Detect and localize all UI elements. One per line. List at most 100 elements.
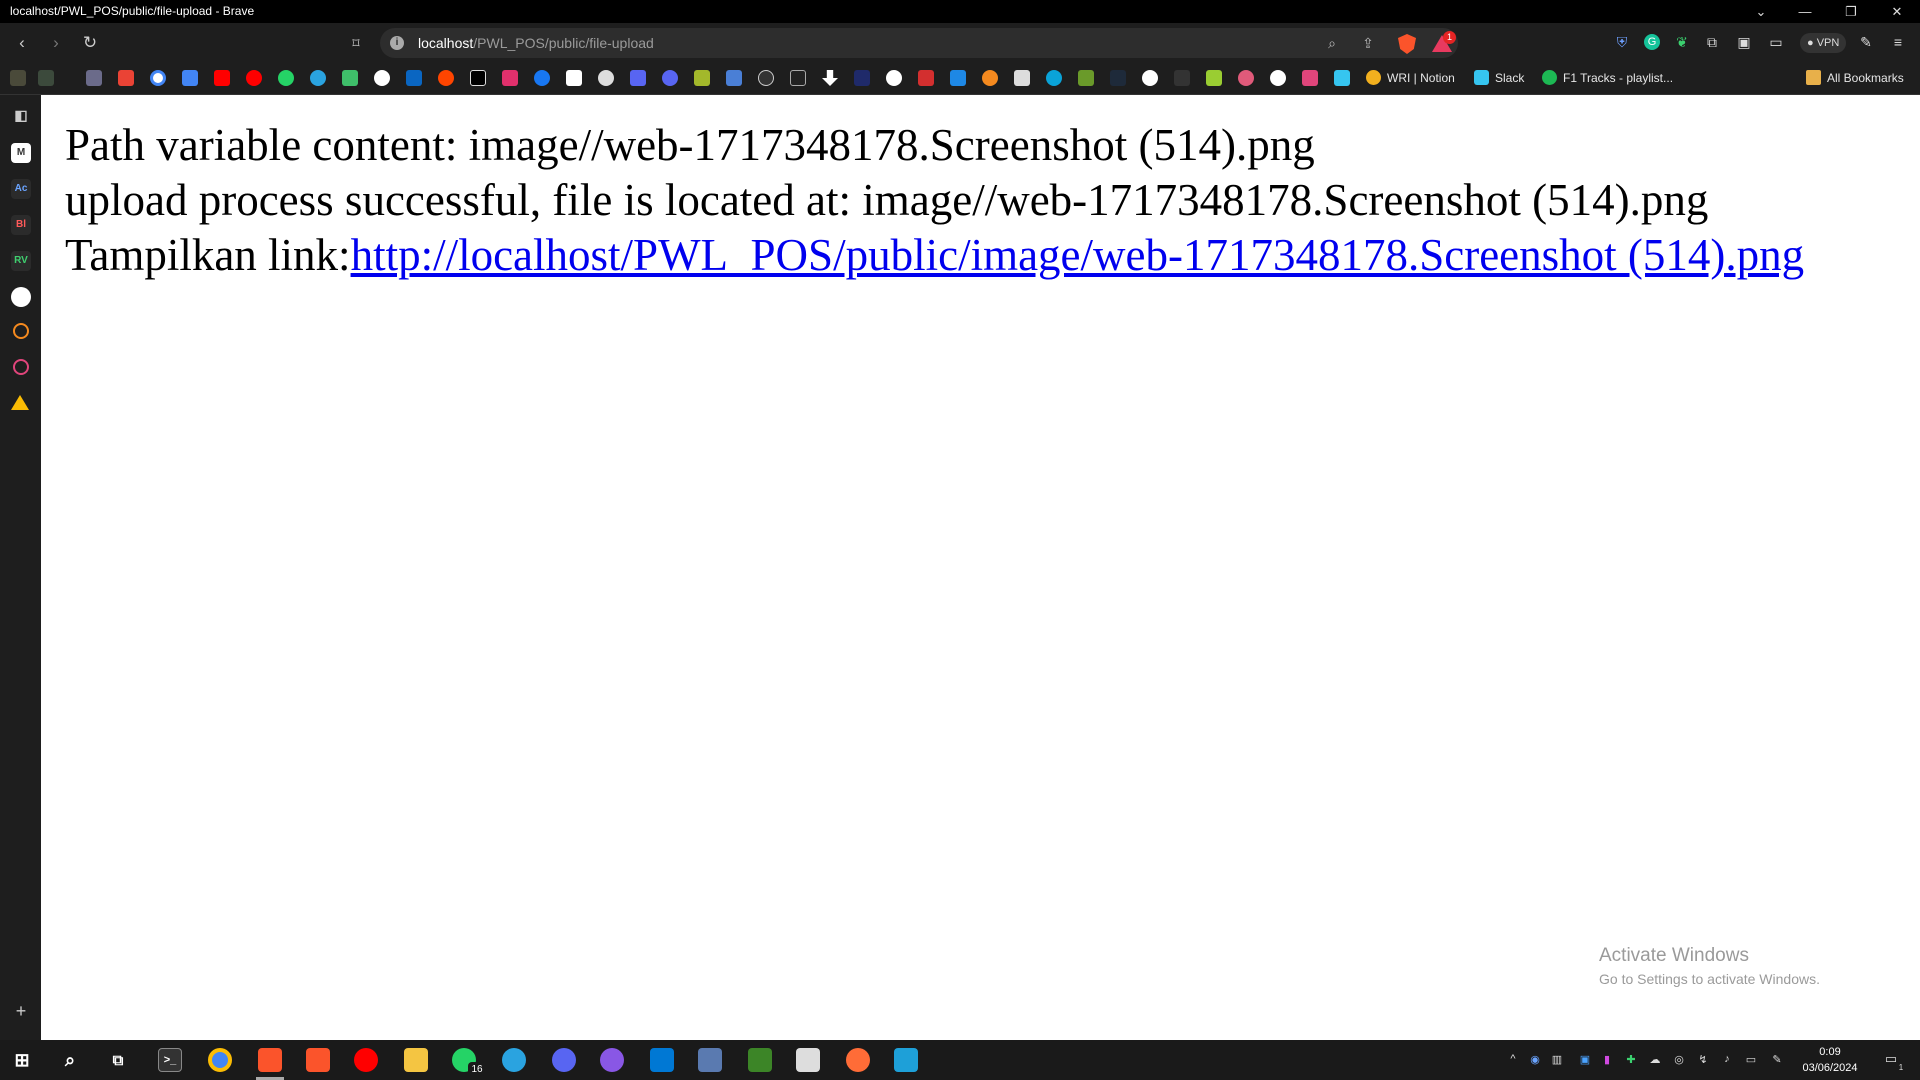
back-button[interactable]: ‹ bbox=[10, 31, 34, 55]
uploaded-file-link[interactable]: http://localhost/PWL_POS/public/image/we… bbox=[351, 230, 1805, 280]
bookmark-app-icon[interactable] bbox=[694, 70, 710, 86]
bookmark-app-icon[interactable] bbox=[1270, 70, 1286, 86]
tray-app-icon[interactable]: ▣ bbox=[1578, 1052, 1592, 1066]
tray-overflow-icon[interactable]: ^ bbox=[1506, 1052, 1520, 1066]
discord-icon[interactable] bbox=[662, 70, 678, 86]
bookmark-wri-notion[interactable]: WRI | Notion bbox=[1366, 70, 1455, 86]
chatgpt-icon[interactable] bbox=[598, 70, 614, 86]
bookmark-app-icon[interactable] bbox=[950, 70, 966, 86]
reddit-icon[interactable] bbox=[438, 70, 454, 86]
pen-icon[interactable]: ✎ bbox=[1770, 1052, 1784, 1066]
search-icon[interactable]: ⌕ bbox=[58, 1048, 82, 1072]
app-icon[interactable] bbox=[894, 1048, 918, 1072]
bookmark-app-icon[interactable] bbox=[86, 70, 102, 86]
tab-search-icon[interactable]: ⌄ bbox=[1738, 0, 1784, 23]
brave-shields-icon[interactable] bbox=[1398, 34, 1416, 54]
vscode-icon[interactable] bbox=[650, 1048, 674, 1072]
telegram-icon[interactable] bbox=[310, 70, 326, 86]
network-icon[interactable]: ▭ bbox=[1744, 1052, 1758, 1066]
google-icon[interactable] bbox=[150, 70, 166, 86]
start-icon[interactable]: ⊞ bbox=[10, 1048, 34, 1072]
bookmark-app-icon[interactable] bbox=[630, 70, 646, 86]
extension-leaf-icon[interactable]: ❦ bbox=[1672, 32, 1692, 52]
site-info-icon[interactable]: i bbox=[390, 36, 404, 50]
onedrive-icon[interactable]: ☁ bbox=[1648, 1052, 1662, 1066]
extensions-icon[interactable]: ⧉ bbox=[1702, 32, 1722, 52]
forward-button[interactable]: › bbox=[44, 31, 68, 55]
google-drive-icon[interactable] bbox=[11, 395, 29, 410]
task-view-icon[interactable]: ⧉ bbox=[106, 1048, 130, 1072]
sidebar-item-bl[interactable]: Bl bbox=[11, 215, 31, 235]
close-button[interactable]: ✕ bbox=[1874, 0, 1920, 23]
github-icon[interactable] bbox=[374, 70, 390, 86]
all-bookmarks[interactable]: All Bookmarks bbox=[1806, 70, 1904, 86]
brave-icon[interactable] bbox=[306, 1048, 330, 1072]
bookmark-f1-tracks[interactable]: F1 Tracks - playlist... bbox=[1542, 70, 1673, 86]
bookmark-app-icon[interactable] bbox=[1206, 70, 1222, 86]
sidebar-toggle-icon[interactable]: ◧ bbox=[11, 105, 31, 125]
minecraft-icon[interactable] bbox=[748, 1048, 772, 1072]
bookmark-app-icon[interactable] bbox=[1078, 70, 1094, 86]
terminal-icon[interactable]: >_ bbox=[158, 1048, 182, 1072]
address-bar[interactable]: i localhost/PWL_POS/public/file-upload ⌕… bbox=[380, 28, 1458, 58]
sidebar-item-rv[interactable]: RV bbox=[11, 251, 31, 271]
leo-ai-icon[interactable]: ✎ bbox=[1856, 32, 1876, 52]
url-text[interactable]: localhost/PWL_POS/public/file-upload bbox=[418, 35, 654, 51]
gmail-icon[interactable] bbox=[118, 70, 134, 86]
bookmark-app-icon[interactable] bbox=[342, 70, 358, 86]
x-twitter-icon[interactable] bbox=[470, 70, 486, 86]
tray-app-icon[interactable]: ◎ bbox=[1672, 1052, 1686, 1066]
bookmark-app-icon[interactable] bbox=[1238, 70, 1254, 86]
linkedin-icon[interactable] bbox=[406, 70, 422, 86]
bookmark-app-icon[interactable] bbox=[918, 70, 934, 86]
bookmark-app-icon[interactable] bbox=[886, 70, 902, 86]
translate-icon[interactable] bbox=[726, 70, 742, 86]
bookmark-app-icon[interactable] bbox=[758, 70, 774, 86]
bookmark-app-icon[interactable] bbox=[1014, 70, 1030, 86]
clock[interactable]: 0:09 03/06/2024 bbox=[1800, 1044, 1860, 1076]
sidebar-toggle-icon[interactable]: ▣ bbox=[1734, 32, 1754, 52]
menu-icon[interactable]: ≡ bbox=[1888, 32, 1908, 52]
tray-app-icon[interactable]: ✚ bbox=[1624, 1052, 1638, 1066]
bookmark-app-icon[interactable] bbox=[1174, 70, 1190, 86]
sidebar-item-m[interactable]: M bbox=[11, 143, 31, 163]
tray-app-icon[interactable]: ▮ bbox=[1600, 1052, 1614, 1066]
download-icon[interactable] bbox=[822, 70, 838, 86]
tray-app-icon[interactable]: ▥ bbox=[1550, 1052, 1564, 1066]
bookmark-app-icon[interactable] bbox=[790, 70, 806, 86]
volume-icon[interactable]: ♪ bbox=[1720, 1052, 1734, 1066]
youtube-music-icon[interactable] bbox=[246, 70, 262, 86]
share-icon[interactable]: ⇪ bbox=[1358, 33, 1378, 53]
slack-icon[interactable] bbox=[1334, 70, 1350, 86]
telegram-icon[interactable] bbox=[502, 1048, 526, 1072]
wallet-icon[interactable]: ▭ bbox=[1766, 32, 1786, 52]
bookmark-folder-icon[interactable] bbox=[10, 70, 26, 86]
calendar-icon[interactable] bbox=[182, 70, 198, 86]
postman-icon[interactable] bbox=[846, 1048, 870, 1072]
tray-app-icon[interactable]: ↯ bbox=[1696, 1052, 1710, 1066]
bookmark-icon[interactable]: ⌑ bbox=[344, 31, 368, 55]
bookmark-app-icon[interactable] bbox=[982, 70, 998, 86]
add-sidebar-item-icon[interactable]: + bbox=[11, 1001, 31, 1021]
whatsapp-icon[interactable] bbox=[278, 70, 294, 86]
notion-icon[interactable] bbox=[566, 70, 582, 86]
sidebar-app-icon[interactable] bbox=[13, 323, 29, 339]
bookmark-app-icon[interactable] bbox=[1046, 70, 1062, 86]
facebook-icon[interactable] bbox=[534, 70, 550, 86]
app-icon[interactable] bbox=[796, 1048, 820, 1072]
bookmark-folder-icon[interactable] bbox=[38, 70, 54, 86]
bitwarden-icon[interactable]: ⛨ bbox=[1612, 32, 1632, 52]
reload-button[interactable]: ↻ bbox=[78, 31, 102, 55]
bookmark-app-icon[interactable] bbox=[1142, 70, 1158, 86]
sidebar-app-icon[interactable] bbox=[11, 287, 31, 307]
app-icon[interactable] bbox=[698, 1048, 722, 1072]
bookmark-slack[interactable]: Slack bbox=[1474, 70, 1524, 86]
discord-icon[interactable] bbox=[552, 1048, 576, 1072]
bookmark-app-icon[interactable] bbox=[1302, 70, 1318, 86]
restore-button[interactable]: ❐ bbox=[1828, 0, 1874, 23]
instagram-icon[interactable] bbox=[502, 70, 518, 86]
sidebar-item-ac[interactable]: Ac bbox=[11, 179, 31, 199]
youtube-music-icon[interactable] bbox=[354, 1048, 378, 1072]
zoom-icon[interactable]: ⌕ bbox=[1322, 33, 1342, 53]
bookmark-app-icon[interactable] bbox=[854, 70, 870, 86]
